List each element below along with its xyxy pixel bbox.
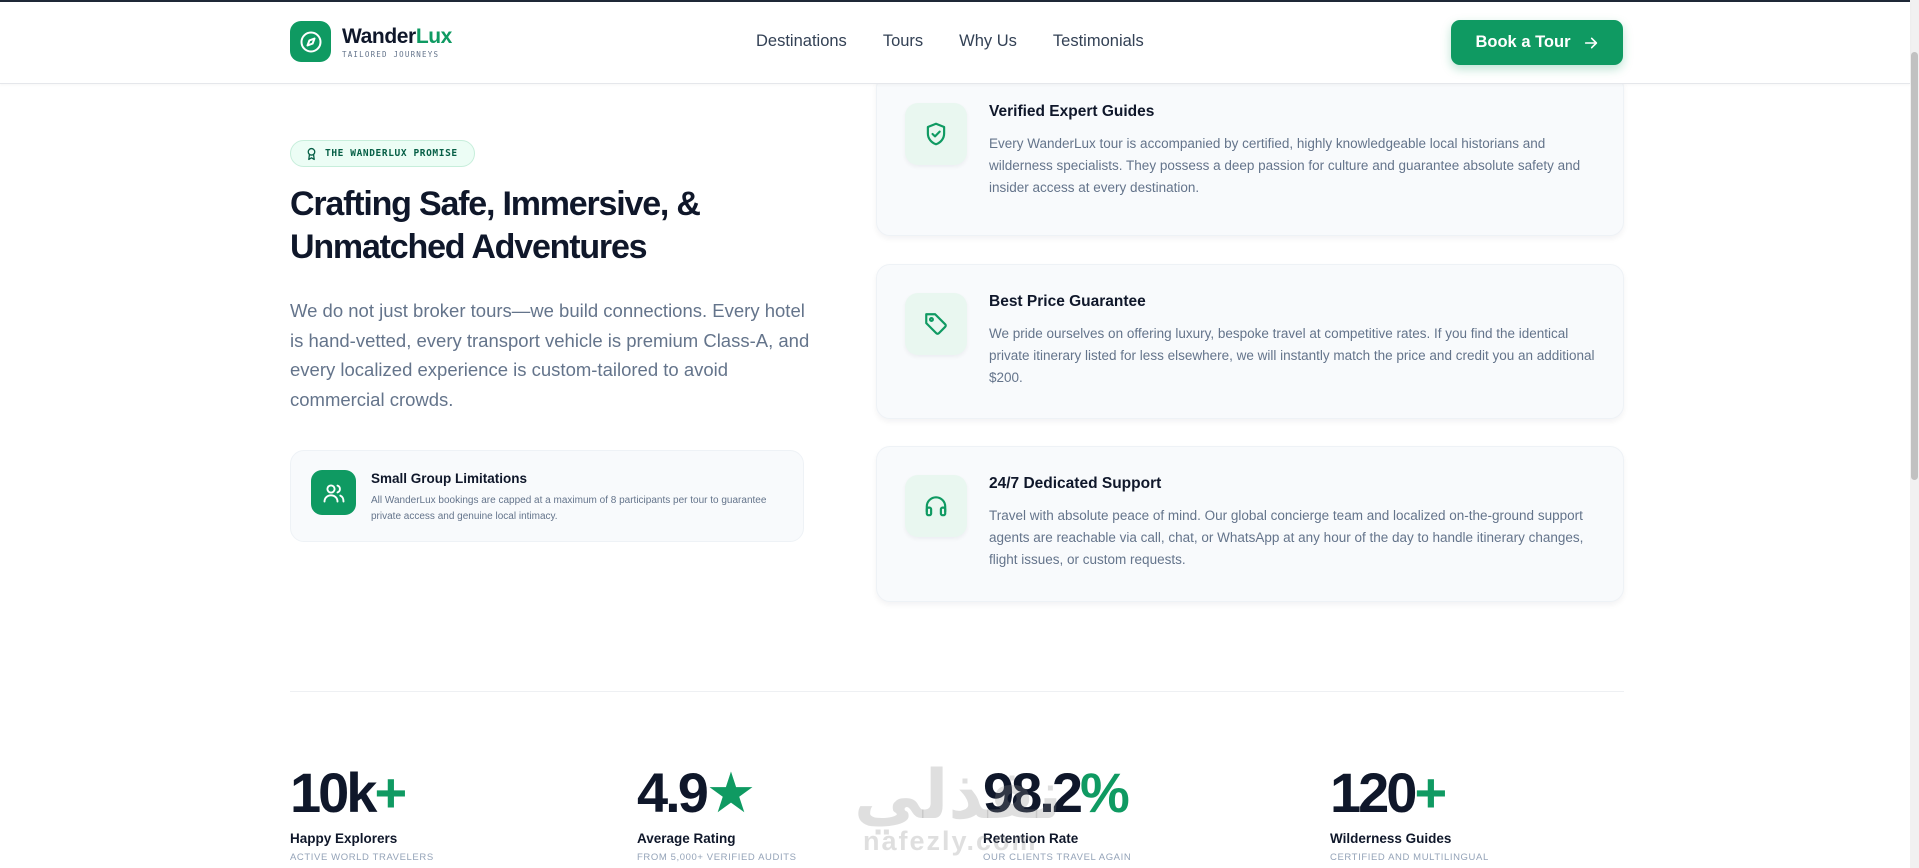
section-divider — [290, 691, 1624, 692]
feature-title: Verified Expert Guides — [989, 103, 1155, 120]
stat-number: 10k — [290, 761, 377, 824]
compass-icon — [290, 21, 331, 62]
small-group-text: All WanderLux bookings are capped at a m… — [371, 495, 767, 522]
award-icon — [307, 147, 316, 160]
stat-suffix: + — [1414, 761, 1447, 824]
promise-badge-label: THE WANDERLUX PROMISE — [325, 148, 458, 159]
main-nav: Destinations Tours Why Us Testimonials — [756, 32, 1144, 51]
stat-number: 4.9 — [637, 761, 709, 824]
nav-why-us[interactable]: Why Us — [959, 32, 1017, 51]
brand-name-wander: Wander — [342, 24, 416, 48]
nav-tours[interactable]: Tours — [883, 32, 923, 51]
brand-logo[interactable]: WanderLux TAILORED JOURNEYS — [290, 21, 452, 62]
page-title-line-1: Crafting Safe, Immersive, & — [290, 185, 701, 223]
feature-card-price: Best Price Guarantee We pride ourselves … — [876, 264, 1624, 419]
stat-subtext: CERTIFIED AND MULTILINGUAL — [1330, 852, 1489, 863]
feature-card-guides: Verified Expert Guides Every WanderLux t… — [876, 74, 1624, 236]
stat-number: 120 — [1330, 761, 1417, 824]
feature-title: Best Price Guarantee — [989, 293, 1146, 310]
price-tag-icon — [905, 293, 967, 355]
feature-title: 24/7 Dedicated Support — [989, 475, 1162, 492]
stat-average-rating: 4.9★ Average Rating FROM 5,000+ VERIFIED… — [637, 758, 797, 863]
stat-suffix: % — [1080, 761, 1130, 824]
stat-subtext: FROM 5,000+ VERIFIED AUDITS — [637, 852, 797, 863]
stat-label: Wilderness Guides — [1330, 831, 1452, 846]
feature-text: Every WanderLux tour is accompanied by c… — [989, 136, 1581, 195]
stat-wilderness-guides: 120+ Wilderness Guides CERTIFIED AND MUL… — [1330, 758, 1489, 863]
users-icon — [311, 470, 356, 515]
stat-value: 10k+ — [290, 758, 434, 828]
watermark-latin: nafezly.com — [863, 826, 1038, 856]
small-group-card: Small Group Limitations All WanderLux bo… — [290, 450, 804, 542]
stat-subtext: ACTIVE WORLD TRAVELERS — [290, 852, 434, 863]
brand-text: WanderLux TAILORED JOURNEYS — [342, 25, 452, 59]
nav-destinations[interactable]: Destinations — [756, 32, 847, 51]
small-group-title: Small Group Limitations — [371, 471, 528, 486]
nav-testimonials[interactable]: Testimonials — [1053, 32, 1144, 51]
feature-card-support: 24/7 Dedicated Support Travel with absol… — [876, 446, 1624, 602]
book-tour-button[interactable]: Book a Tour — [1451, 20, 1623, 65]
stat-value: 4.9★ — [637, 758, 797, 828]
site-header: WanderLux TAILORED JOURNEYS Destinations… — [0, 2, 1910, 84]
stat-label: Average Rating — [637, 831, 736, 846]
stat-label: Happy Explorers — [290, 831, 398, 846]
page-title: Crafting Safe, Immersive, & Unmatched Ad… — [290, 183, 810, 269]
brand-name-lux: Lux — [415, 24, 453, 48]
headphones-icon — [905, 475, 967, 537]
promise-lead: We do not just broker tours—we build con… — [290, 300, 810, 410]
page-title-line-2: Unmatched Adventures — [290, 228, 648, 266]
book-tour-label: Book a Tour — [1475, 33, 1571, 51]
stat-suffix: + — [374, 761, 407, 824]
stat-happy-explorers: 10k+ Happy Explorers ACTIVE WORLD TRAVEL… — [290, 758, 434, 863]
watermark-arabic: نفذلي — [854, 757, 1063, 833]
star-icon: ★ — [705, 761, 756, 824]
shield-check-icon — [905, 103, 967, 165]
feature-text: We pride ourselves on offering luxury, b… — [989, 326, 1595, 385]
scrollbar-thumb[interactable] — [1911, 52, 1918, 480]
feature-text: Travel with absolute peace of mind. Our … — [989, 508, 1584, 567]
arrow-right-icon — [1584, 37, 1597, 48]
brand-name: WanderLux — [342, 25, 452, 49]
brand-tagline: TAILORED JOURNEYS — [342, 49, 440, 59]
promise-badge: THE WANDERLUX PROMISE — [290, 140, 475, 167]
stat-value: 120+ — [1330, 758, 1489, 828]
